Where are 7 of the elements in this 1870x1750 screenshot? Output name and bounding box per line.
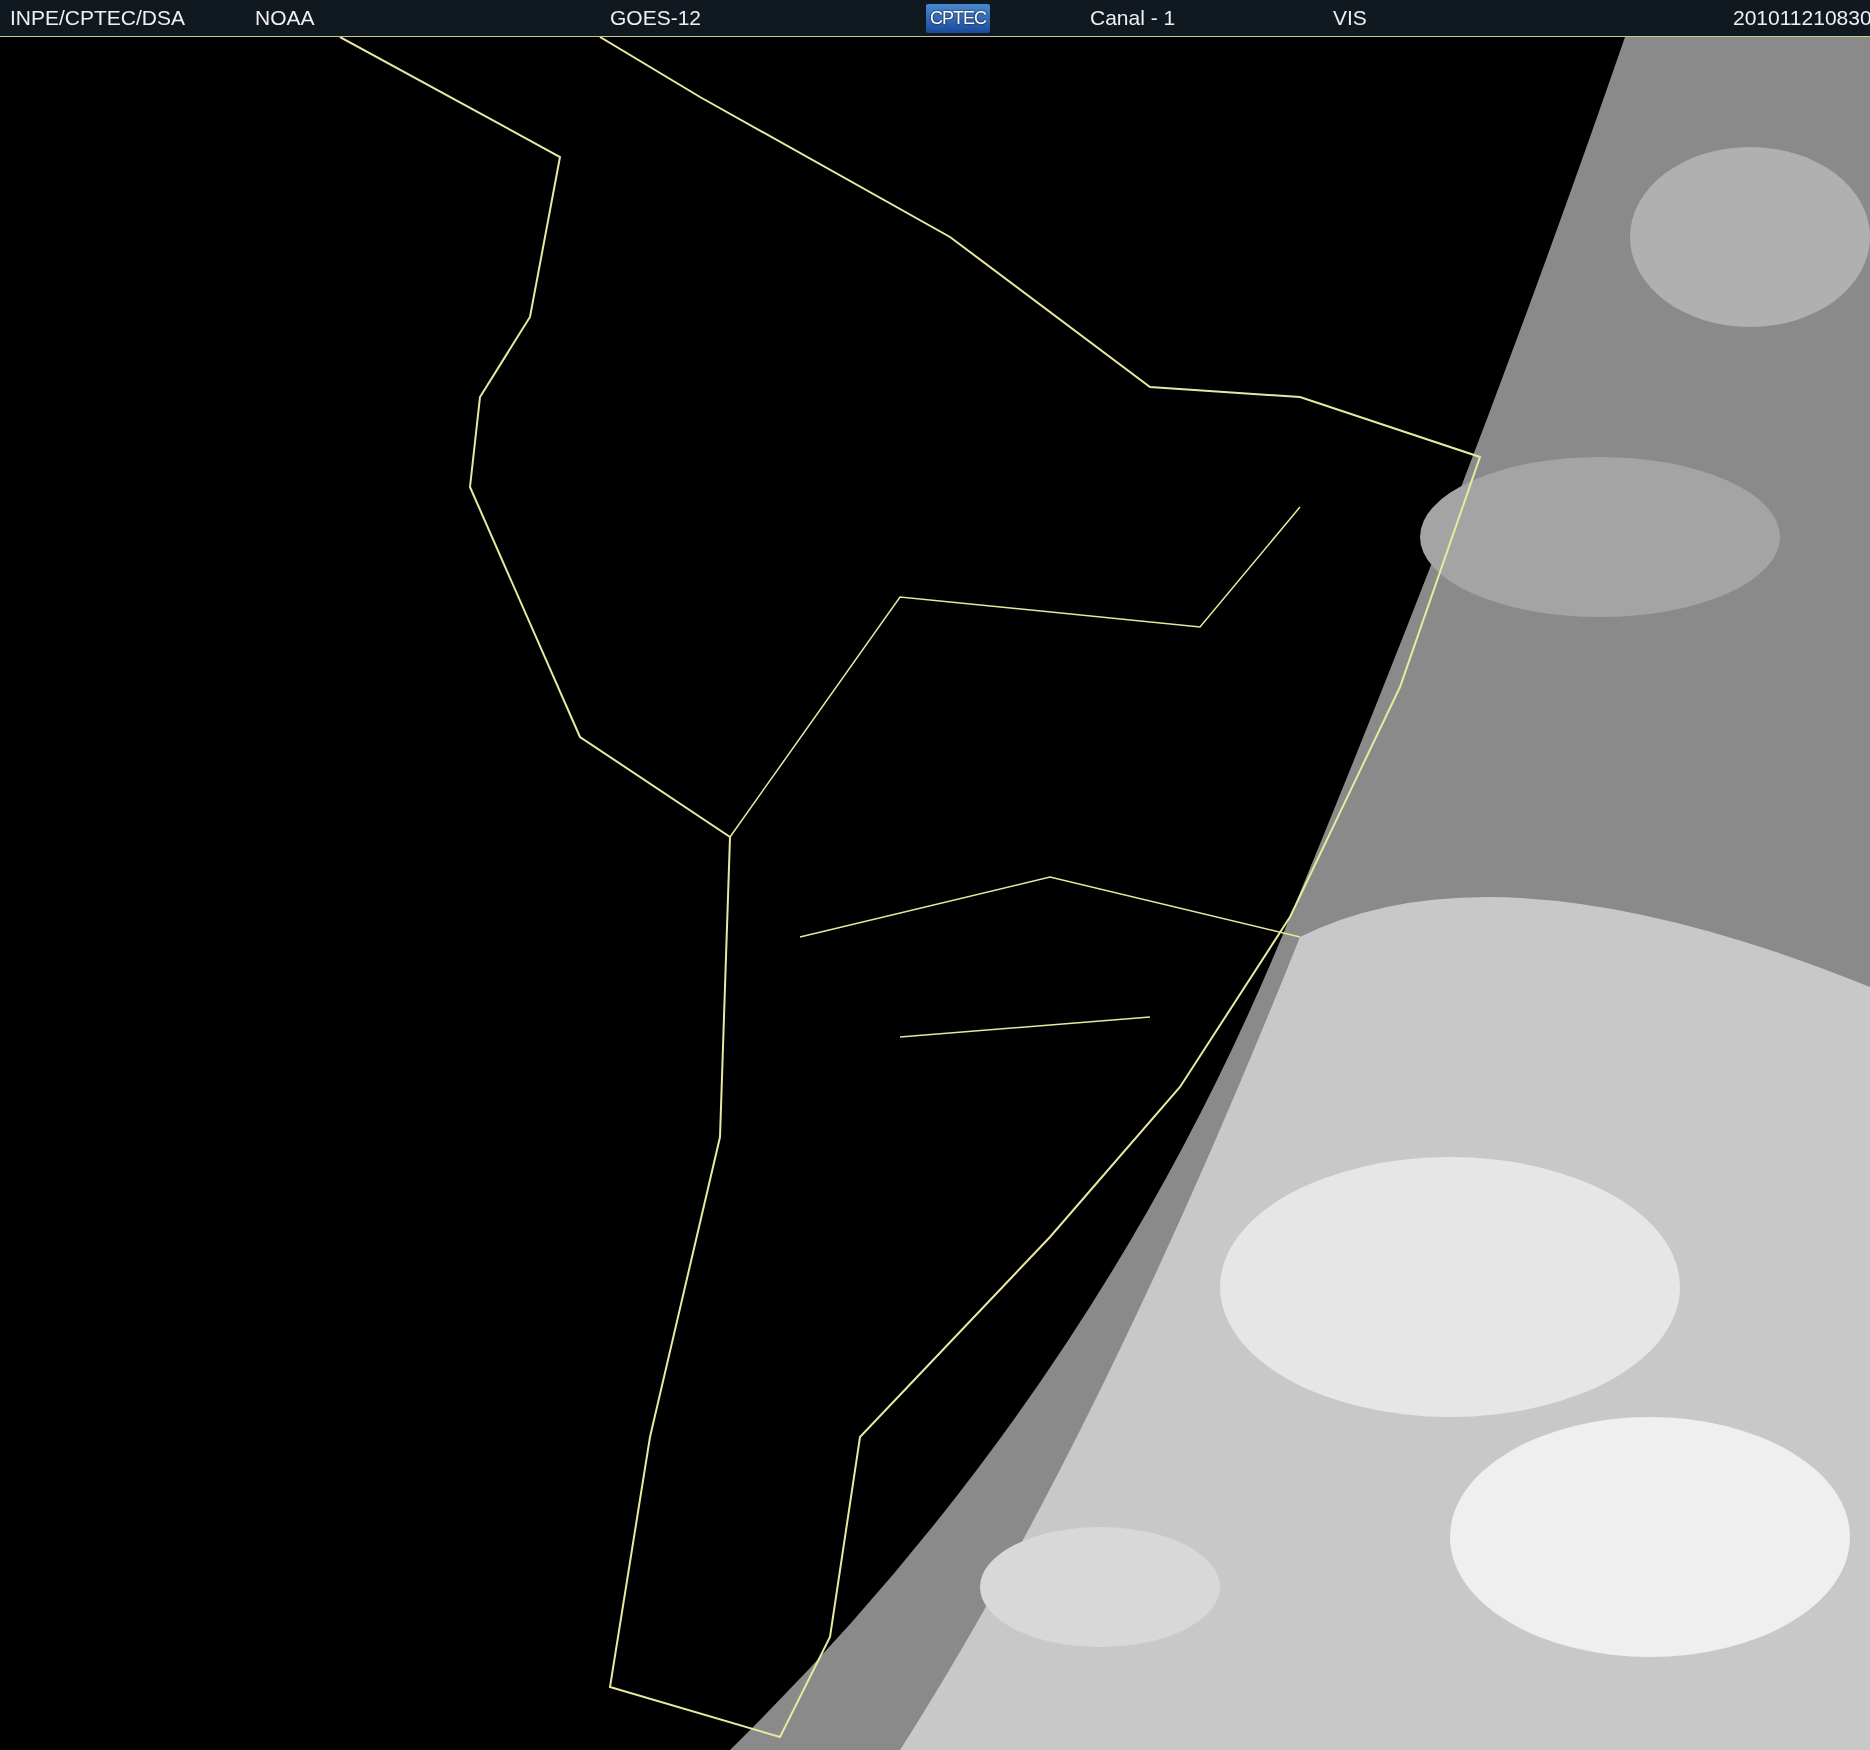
- header-label: 201011210830: [1733, 6, 1870, 30]
- header-label: Canal - 1: [1090, 6, 1176, 30]
- header-label: VIS: [1333, 6, 1367, 30]
- header-label: INPE/CPTEC/DSA: [10, 6, 186, 30]
- header-label: NOAA: [255, 6, 315, 30]
- header-label: GOES-12: [610, 6, 702, 30]
- logo: CPTEC: [926, 3, 990, 33]
